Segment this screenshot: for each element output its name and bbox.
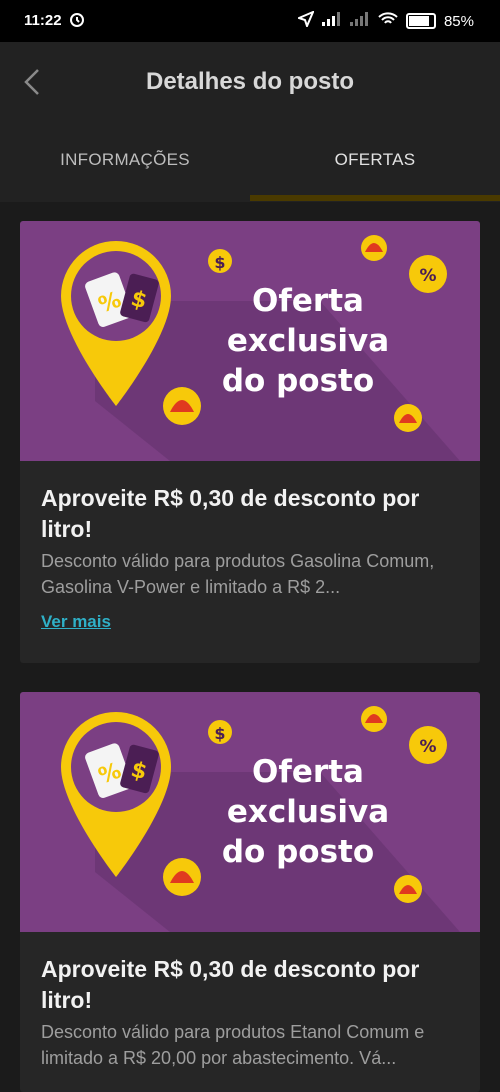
offer-title: Aproveite R$ 0,30 de desconto por litro! (41, 485, 420, 542)
tab-bar: INFORMAÇÕES OFERTAS (0, 120, 500, 202)
status-bar: 11:22 85% (0, 0, 500, 42)
signal-icon-2 (349, 12, 370, 30)
banner-text-line-1: Oferta (252, 754, 364, 790)
status-time: 11:22 (24, 12, 62, 29)
tab-ofertas[interactable]: OFERTAS (250, 150, 500, 170)
svg-text:$: $ (214, 724, 225, 743)
alarm-icon (68, 10, 86, 32)
offer-card[interactable]: % $ $ % Oferta exclusiva do posto Aprove… (20, 221, 480, 663)
svg-text:%: % (419, 737, 436, 757)
banner-text-line-2: exclusiva (227, 794, 389, 830)
svg-text:$: $ (214, 253, 225, 272)
banner-text-line-1: Oferta (252, 283, 364, 319)
page-title: Detalhes do posto (145, 68, 355, 95)
location-icon (296, 10, 315, 31)
offer-card[interactable]: % $ $ % Oferta exclusiva do posto Aprove… (20, 692, 480, 1092)
tab-indicator (250, 195, 500, 201)
wifi-icon (378, 12, 398, 30)
offer-description: Desconto válido para produtos Etanol Com… (41, 1022, 425, 1068)
svg-text:%: % (419, 266, 436, 286)
offer-title: Aproveite R$ 0,30 de desconto por litro! (41, 956, 420, 1013)
app-bar: Detalhes do posto (0, 42, 500, 120)
offer-banner: % $ $ % Oferta exclusiva do posto (20, 221, 480, 461)
banner-text-line-3: do posto (222, 834, 374, 870)
battery-percent: 85% (443, 12, 474, 30)
offer-banner: % $ $ % Oferta exclusiva do posto (20, 692, 480, 932)
banner-text-line-2: exclusiva (227, 323, 389, 359)
tab-informacoes[interactable]: INFORMAÇÕES (0, 150, 250, 170)
signal-icon (321, 12, 342, 30)
banner-text-line-3: do posto (222, 363, 374, 399)
see-more-link[interactable]: Ver mais (41, 612, 111, 632)
battery-icon (405, 13, 436, 29)
offer-description: Desconto válido para produtos Gasolina C… (41, 551, 435, 597)
